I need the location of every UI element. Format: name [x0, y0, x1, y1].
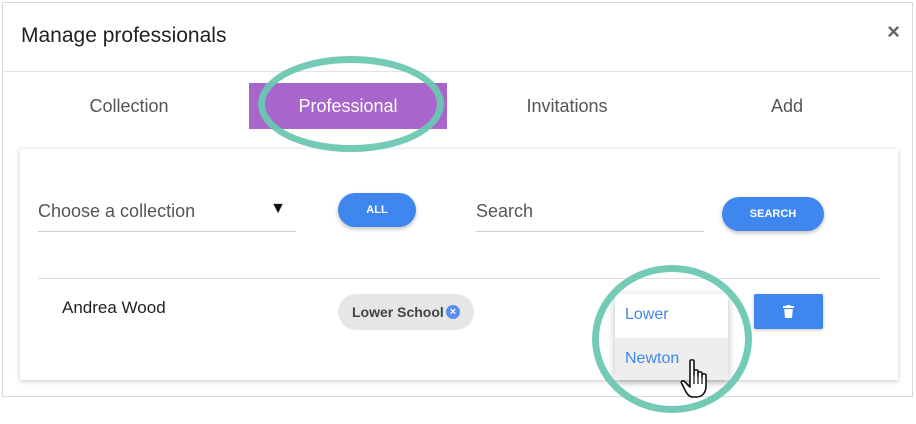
dropdown-option-newton[interactable]: Newton: [615, 338, 728, 380]
tab-invitations[interactable]: Invitations: [477, 83, 657, 129]
search-input[interactable]: [476, 201, 704, 222]
professionals-panel: Choose a collection ▼ ALL SEARCH Andrea …: [20, 149, 898, 380]
all-button[interactable]: ALL: [338, 193, 416, 227]
tab-add[interactable]: Add: [697, 83, 877, 129]
professional-name: Andrea Wood: [62, 298, 166, 317]
tab-professional[interactable]: Professional: [249, 83, 447, 129]
modal-header: Manage professionals ×: [3, 3, 912, 72]
tab-collection[interactable]: Collection: [39, 83, 219, 129]
manage-professionals-modal: Manage professionals × Collection Profes…: [2, 2, 913, 397]
caret-down-icon: ▼: [270, 200, 286, 217]
remove-tag-icon[interactable]: ×: [446, 305, 460, 319]
tab-bar: Collection Professional Invitations Add: [3, 81, 912, 131]
search-field[interactable]: [476, 195, 704, 232]
collection-select-value: Choose a collection: [38, 201, 196, 221]
collection-tag: Lower School ×: [338, 294, 474, 330]
modal-title: Manage professionals: [21, 24, 227, 47]
close-icon[interactable]: ×: [887, 21, 900, 43]
collection-select[interactable]: Choose a collection ▼: [38, 195, 296, 232]
collection-tag-label: Lower School: [352, 304, 444, 320]
trash-icon: [783, 305, 794, 318]
dropdown-option-lower[interactable]: Lower: [615, 294, 728, 336]
collection-dropdown: Lower Newton: [615, 294, 728, 380]
divider: [38, 278, 880, 279]
delete-button[interactable]: [754, 294, 823, 329]
search-button[interactable]: SEARCH: [722, 197, 824, 231]
